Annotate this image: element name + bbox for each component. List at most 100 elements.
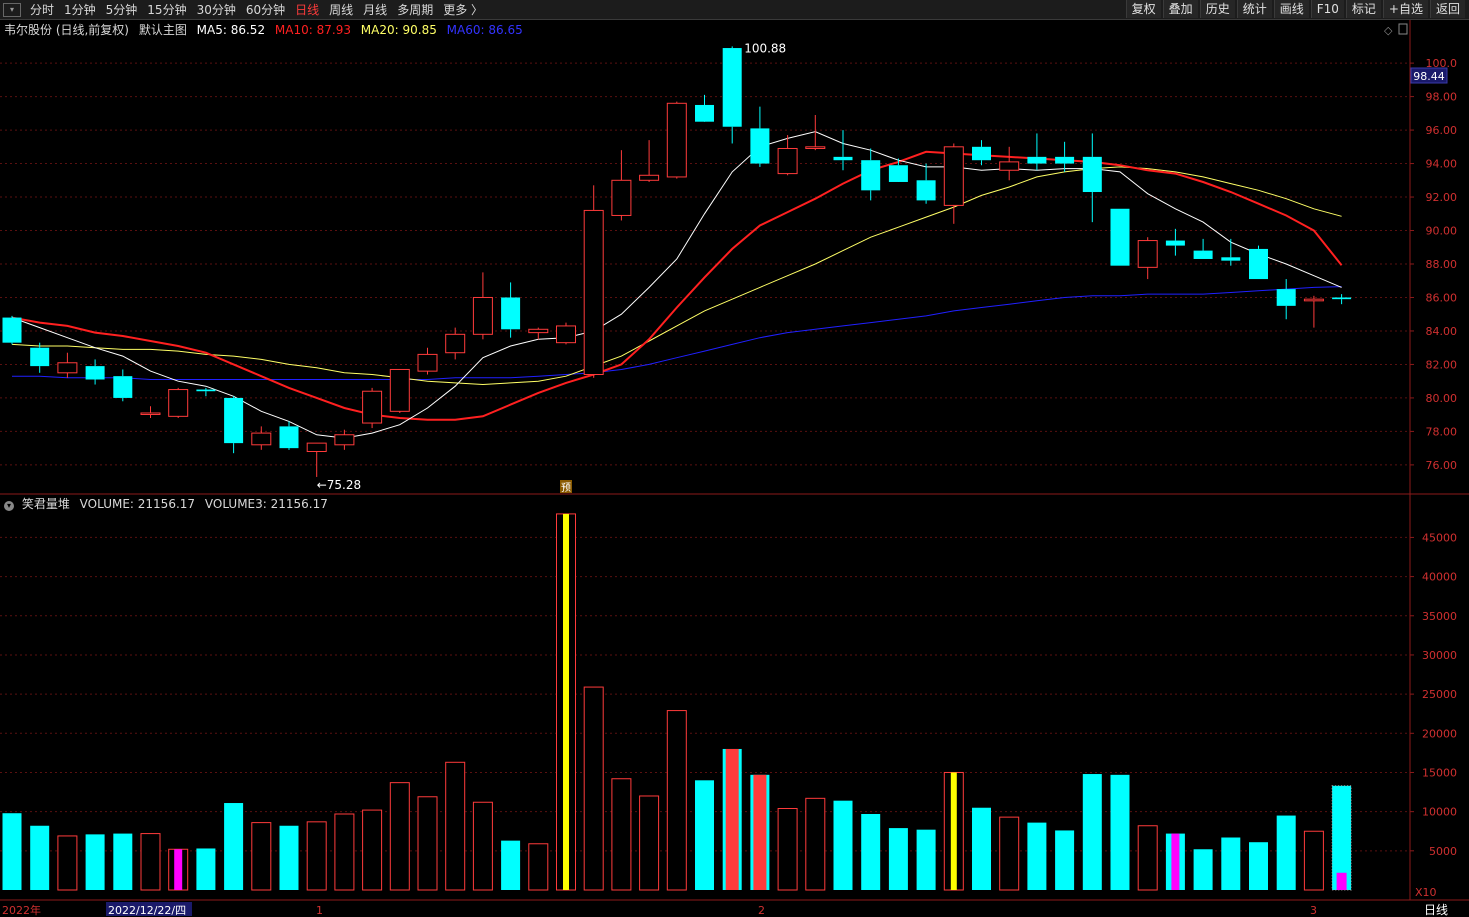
price-tick-label: 96.00 — [1426, 124, 1458, 137]
volume-bar — [224, 803, 244, 890]
volume-bar — [888, 828, 908, 890]
volume-bar — [1193, 849, 1213, 890]
volume-bar — [833, 800, 853, 890]
candle-body — [501, 297, 521, 330]
volume-bar — [279, 825, 299, 890]
volume-bar — [916, 829, 936, 890]
price-tick-label: 94.00 — [1426, 158, 1458, 171]
volume-bar — [1221, 837, 1241, 890]
candle-body — [999, 161, 1020, 171]
month-label: 2 — [758, 904, 765, 917]
date-year-label: 2022年 — [2, 903, 41, 917]
volume-bar — [30, 825, 50, 890]
current-price-label: 98.44 — [1413, 70, 1445, 83]
volume-tick-label: 30000 — [1422, 649, 1457, 662]
price-tick-label: 98.00 — [1426, 91, 1458, 104]
candle-body — [389, 368, 410, 412]
candle-body — [666, 102, 687, 178]
candle-body — [1110, 208, 1130, 266]
candle-body — [334, 434, 355, 446]
stock-chart[interactable]: 100.098.0096.0094.0092.0090.0088.0086.00… — [0, 0, 1469, 917]
candle-body — [888, 165, 908, 182]
volume-bar — [1276, 815, 1296, 890]
candle-body — [861, 160, 881, 191]
month-label: 1 — [316, 904, 323, 917]
candle-body — [916, 180, 936, 201]
candle-body — [639, 174, 660, 181]
volume-bar — [57, 835, 78, 891]
volume-bar — [85, 834, 105, 890]
candle-body — [140, 412, 161, 415]
volume-tick-label: 45000 — [1422, 531, 1457, 544]
panel-icon — [1398, 23, 1408, 35]
candle-body — [1165, 240, 1185, 246]
pre-marker-label: 预 — [561, 482, 571, 494]
candle-body — [168, 389, 189, 417]
volume-bar — [196, 848, 216, 890]
volume-bar — [805, 797, 826, 891]
price-tick-label: 92.00 — [1426, 191, 1458, 204]
price-tick-label: 76.00 — [1426, 459, 1458, 472]
volume-bar — [583, 686, 604, 891]
candle-body — [1303, 298, 1324, 302]
volume-tick-label: 40000 — [1422, 571, 1457, 584]
volume-tick-label: 35000 — [1422, 610, 1457, 623]
price-tick-label: 78.00 — [1426, 425, 1458, 438]
volume-bar — [1082, 774, 1102, 890]
candle-body — [833, 156, 853, 161]
volume-tick-label: 5000 — [1429, 845, 1457, 858]
candle-body — [1082, 156, 1102, 193]
candle-body — [279, 426, 299, 449]
candle-body — [306, 442, 327, 452]
volume-bar — [611, 778, 632, 891]
price-tick-label: 80.00 — [1426, 392, 1458, 405]
candle-body — [556, 325, 576, 344]
candle-body — [1055, 156, 1075, 164]
volume-bar — [666, 710, 687, 891]
period-indicator: 日线 — [1424, 903, 1448, 917]
candle-body — [750, 128, 770, 164]
candle-body — [472, 296, 493, 335]
volume-bar — [777, 808, 798, 891]
volume-bar — [1027, 822, 1047, 890]
candle-body — [362, 390, 383, 424]
volume-bar — [639, 795, 660, 891]
volume-bar — [362, 809, 383, 891]
volume-bar — [1303, 830, 1324, 891]
volume-bar — [140, 833, 161, 891]
volume-highlight — [753, 774, 767, 890]
candle-body — [1249, 248, 1268, 280]
candle-body — [1137, 240, 1158, 268]
low-annotation: ←75.28 — [317, 478, 361, 492]
diamond-icon: ◇ — [1384, 24, 1393, 37]
volume-bar — [1249, 842, 1268, 890]
date-cursor-label: 2022/12/22/四 — [108, 904, 186, 917]
volume-bar — [417, 796, 438, 891]
candle-body — [2, 317, 22, 343]
candle-body — [251, 432, 272, 446]
candle-body — [30, 347, 50, 367]
candle-body — [1221, 257, 1241, 261]
volume-highlight — [174, 849, 183, 890]
price-tick-label: 88.00 — [1426, 258, 1458, 271]
month-label: 3 — [1310, 904, 1317, 917]
volume-highlight — [563, 513, 569, 890]
volume-bar — [472, 801, 493, 891]
candle-body — [943, 146, 964, 206]
volume-bar — [528, 843, 549, 891]
volume-highlight — [1336, 872, 1347, 890]
volume-bar — [695, 780, 714, 890]
candle-body — [196, 389, 216, 392]
candle-body — [722, 48, 742, 127]
volume-bar — [861, 814, 881, 890]
volume-bar — [251, 822, 272, 891]
candle-body — [1332, 297, 1352, 300]
candle-body — [611, 179, 632, 216]
volume-tick-label: 15000 — [1422, 766, 1457, 779]
candle-body — [1276, 289, 1296, 306]
volume-bar — [1137, 825, 1158, 891]
candle-body — [1193, 250, 1213, 259]
volume-bar — [2, 813, 22, 890]
volume-bar — [389, 782, 410, 891]
volume-tick-label: 25000 — [1422, 688, 1457, 701]
